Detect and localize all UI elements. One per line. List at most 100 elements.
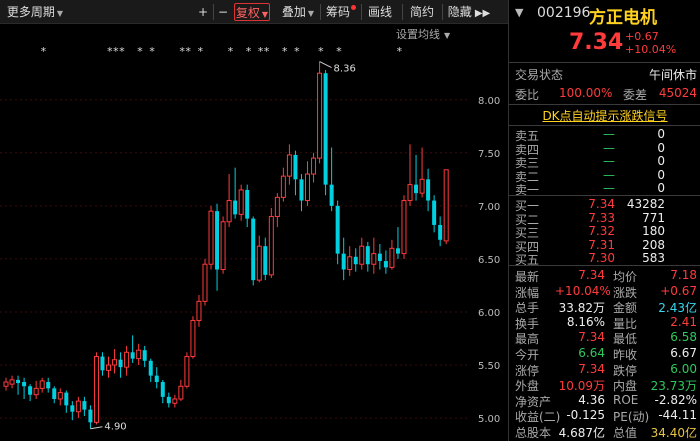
candle — [233, 167, 238, 219]
event-marker-icon[interactable]: * — [185, 45, 192, 58]
sell-row[interactable]: 卖二 —0 — [509, 168, 700, 184]
event-marker-icon[interactable]: * — [336, 45, 343, 58]
quote-panel: ▼ 002196 方正电机 7.34 +0.67 +10.04% 交易状态 午间… — [508, 0, 700, 441]
candle — [293, 150, 298, 196]
candle-body — [9, 379, 15, 385]
stat-label: 均价 — [613, 270, 638, 284]
buy-row[interactable]: 买四 7.31 208 — [509, 238, 700, 254]
divider — [509, 104, 700, 105]
chips-button[interactable]: 筹码 — [324, 3, 358, 21]
simple-mode-button[interactable]: 简约 — [406, 3, 438, 21]
candle-body — [160, 382, 165, 397]
event-marker-icon[interactable]: * — [227, 45, 234, 58]
ma-setting-button[interactable]: 设置均线 — [396, 27, 440, 41]
candle-body — [401, 200, 407, 255]
candle — [438, 216, 443, 247]
candle-body — [233, 200, 238, 215]
stat-value: 6.64 — [578, 346, 605, 360]
zoom-out-button[interactable]: − — [214, 3, 232, 21]
stat-value: 34.40亿 — [650, 426, 697, 440]
overlay-button[interactable]: 叠加 ▼ — [278, 3, 318, 21]
buy-row[interactable]: 买三 7.32 180 — [509, 224, 700, 240]
buy-volume: 583 — [642, 251, 665, 266]
event-marker-icon[interactable]: * — [263, 45, 270, 58]
stat-label: 最高 — [515, 332, 540, 347]
stat-value: 7.34 — [578, 361, 605, 376]
candle — [166, 392, 171, 408]
price-change: +0.67 — [625, 30, 659, 43]
candlestick-chart[interactable]: * * * * * * * * * * * * * * * * * * 8.007.507.006.506.005… — [0, 24, 508, 441]
buy-row[interactable]: 买一 7.34 43282 — [509, 197, 700, 213]
sell-row[interactable]: 卖三 —0 — [509, 154, 700, 170]
event-marker-icon[interactable]: * — [40, 45, 47, 58]
candle — [335, 200, 340, 265]
candle-body — [414, 184, 419, 194]
event-marker-icon[interactable]: * — [119, 45, 126, 58]
candle-body — [154, 375, 159, 383]
candle-body — [305, 173, 310, 202]
candle — [33, 380, 39, 399]
event-marker-icon[interactable]: * — [396, 45, 403, 58]
candle — [443, 169, 449, 245]
buy-row[interactable]: 买五 7.30 583 — [509, 251, 700, 267]
period-label: 更多周期 — [6, 5, 55, 19]
sell-row[interactable]: 卖四 —0 — [509, 140, 700, 157]
hide-button[interactable]: 隐藏 ▶▶ — [444, 3, 494, 21]
candle-body — [172, 398, 178, 404]
event-marker-icon[interactable]: * — [245, 45, 252, 58]
event-marker-icon[interactable]: * — [281, 45, 288, 58]
candle — [130, 335, 135, 363]
candle-body — [215, 211, 220, 270]
candle — [274, 193, 280, 228]
candle-body — [196, 300, 202, 321]
stat-value: 7.34 — [578, 268, 605, 282]
candle — [256, 235, 262, 283]
candle — [245, 184, 250, 228]
candle-body — [359, 245, 365, 265]
candle — [75, 396, 81, 419]
event-marker-icon[interactable]: * — [137, 45, 144, 58]
event-marker-icon[interactable]: * — [149, 45, 156, 58]
period-dropdown[interactable]: 更多周期 ▼ — [4, 3, 66, 21]
dk-signal-link[interactable]: DK点自动提示涨跌信号 — [509, 107, 700, 123]
candle — [28, 384, 33, 402]
candle-body — [280, 175, 286, 198]
candle — [148, 358, 153, 383]
stat-label: 今开 — [515, 348, 540, 362]
chips-label: 筹码 — [325, 5, 350, 19]
price-axis-label: 7.50 — [478, 149, 500, 160]
sell-row[interactable]: 卖一 —0 — [509, 181, 700, 197]
stat-value: 4.36 — [578, 392, 605, 407]
buy-row[interactable]: 买二 7.33 771 — [509, 211, 700, 227]
ratio-row: 委比 100.00% 委差 45024 — [509, 86, 700, 102]
zoom-in-button[interactable]: + — [194, 3, 212, 21]
event-marker-icon[interactable]: * — [318, 45, 325, 58]
draw-line-button[interactable]: 画线 — [364, 3, 396, 21]
divider — [509, 195, 700, 196]
chevron-down-icon: ▼ — [444, 31, 451, 40]
menu-icon[interactable]: ▼ — [515, 6, 523, 19]
candle-body — [274, 196, 280, 217]
event-marker-icon[interactable]: * — [293, 45, 300, 58]
candle — [286, 144, 292, 185]
stat-label: ROE — [613, 392, 639, 407]
candle-body — [371, 253, 377, 265]
event-marker-icon[interactable]: * — [197, 45, 204, 58]
fuquan-button[interactable]: 复权 ▼ — [234, 3, 270, 21]
candle-body — [136, 349, 142, 360]
candle — [341, 237, 346, 281]
stat-value: 7.18 — [670, 268, 697, 282]
candle — [154, 367, 159, 389]
candle — [311, 152, 317, 183]
stat-value: 6.00 — [670, 361, 697, 376]
sell-volume: 0 — [657, 140, 665, 155]
chart-panel[interactable]: 更多周期 ▼ + − 复权 ▼ 叠加 ▼ 筹码 画线 简约 隐藏 ▶▶ * * * * * * * *… — [0, 0, 508, 441]
candle — [432, 195, 437, 233]
candle — [426, 168, 431, 212]
sell-row[interactable]: 卖五 —0 — [509, 127, 700, 143]
candle — [251, 216, 256, 286]
candle-body — [226, 200, 232, 223]
stat-row: 涨停 7.34 跌停 6.00 — [509, 361, 700, 378]
stat-value: -0.125 — [566, 408, 605, 423]
candle — [136, 343, 142, 366]
